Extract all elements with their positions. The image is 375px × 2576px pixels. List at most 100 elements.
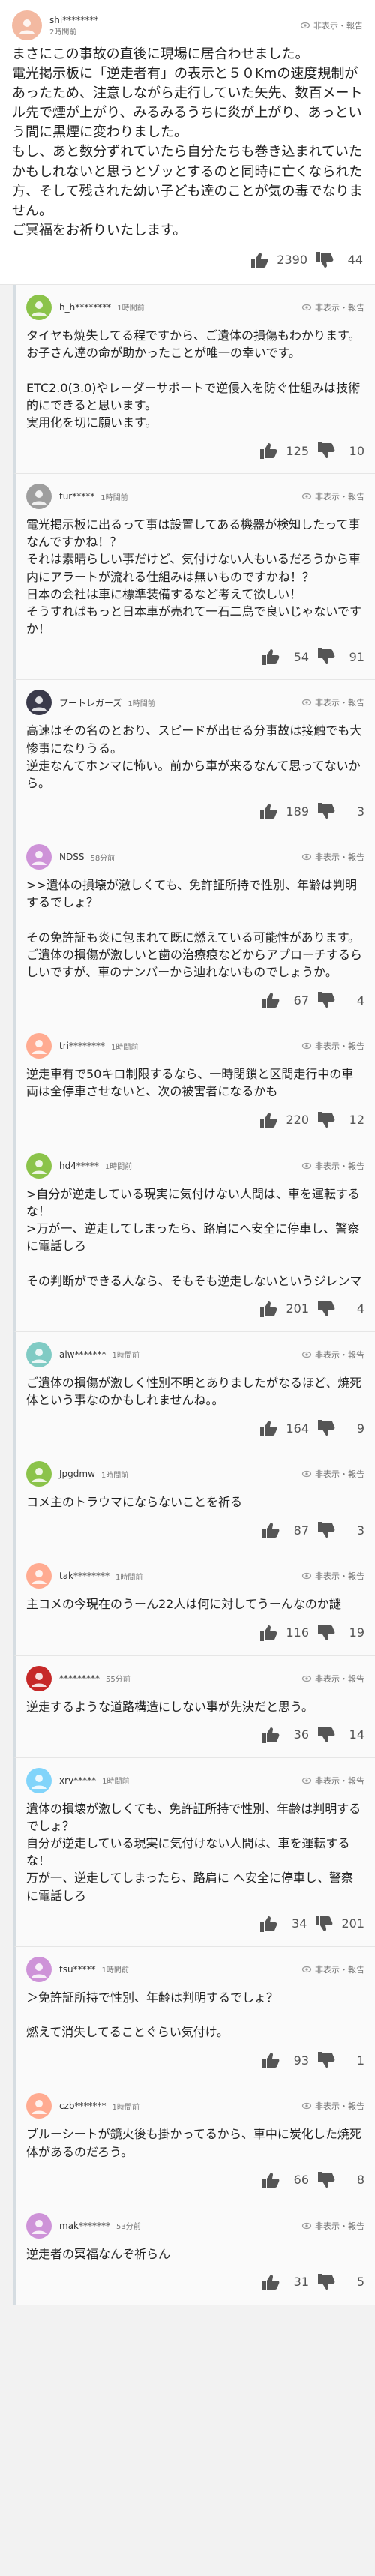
avatar[interactable] (26, 1152, 52, 1179)
avatar[interactable] (26, 484, 52, 510)
hide-report-link[interactable]: 非表示・報告 (302, 2220, 364, 2232)
dislike-button[interactable]: 201 (314, 1914, 364, 1933)
like-button[interactable]: 116 (259, 1623, 309, 1643)
dislike-button[interactable]: 44 (315, 250, 363, 270)
like-button[interactable]: 31 (261, 2272, 309, 2292)
hide-report-link[interactable]: 非表示・報告 (302, 1040, 364, 1052)
dislike-button[interactable]: 91 (316, 647, 364, 666)
like-button[interactable]: 201 (259, 1299, 309, 1319)
username[interactable]: hd4***** (59, 1161, 99, 1171)
like-button[interactable]: 189 (259, 801, 309, 821)
dislike-button[interactable]: 3 (316, 1520, 364, 1540)
avatar[interactable] (12, 10, 42, 40)
avatar[interactable] (26, 1461, 52, 1487)
hide-icon (302, 1351, 312, 1358)
avatar[interactable] (26, 1767, 52, 1793)
hide-report-link[interactable]: 非表示・報告 (302, 490, 364, 502)
dislike-button[interactable]: 10 (316, 441, 364, 460)
hide-report-link[interactable]: 非表示・報告 (302, 851, 364, 863)
avatar[interactable] (26, 1956, 52, 1982)
user-avatar-icon (32, 1570, 46, 1585)
hide-report-link[interactable]: 非表示・報告 (302, 1468, 364, 1480)
dislike-count: 14 (349, 1727, 364, 1742)
comment-meta: shi******** 2時間前 (50, 15, 292, 37)
avatar[interactable] (26, 1665, 52, 1691)
like-count: 116 (286, 1625, 309, 1640)
hide-report-link[interactable]: 非表示・報告 (300, 19, 363, 31)
like-button[interactable]: 164 (259, 1418, 309, 1438)
dislike-button[interactable]: 14 (316, 1725, 364, 1745)
avatar[interactable] (26, 690, 52, 716)
like-button[interactable]: 36 (261, 1725, 309, 1745)
dislike-button[interactable]: 4 (316, 1299, 364, 1319)
comment-header: ブートレガーズ 1時間前 非表示・報告 (26, 687, 364, 717)
thumbs-down-icon (316, 990, 338, 1010)
avatar[interactable] (26, 2212, 52, 2239)
username[interactable]: Jpgdmw (59, 1469, 95, 1479)
thumbs-up-icon (261, 2272, 282, 2292)
hide-report-link[interactable]: 非表示・報告 (302, 301, 364, 313)
username[interactable]: NDSS (59, 852, 84, 862)
hide-report-link[interactable]: 非表示・報告 (302, 1963, 364, 1975)
hide-icon (302, 1675, 312, 1682)
username[interactable]: tri******** (59, 1041, 105, 1051)
username[interactable]: shi******** (50, 15, 292, 25)
dislike-button[interactable]: 5 (316, 2272, 364, 2292)
hide-report-link[interactable]: 非表示・報告 (302, 1570, 364, 1582)
thumbs-down-icon (316, 647, 338, 666)
like-button[interactable]: 2390 (250, 250, 308, 270)
username[interactable]: ブートレガーズ (59, 696, 122, 709)
avatar[interactable] (26, 294, 52, 320)
avatar[interactable] (26, 844, 52, 870)
like-button[interactable]: 87 (261, 1520, 309, 1540)
hide-report-link[interactable]: 非表示・報告 (302, 1160, 364, 1172)
username[interactable]: tsu***** (59, 1964, 96, 1975)
dislike-count: 12 (349, 1113, 364, 1128)
hide-icon (300, 22, 310, 29)
like-button[interactable]: 66 (261, 2170, 309, 2190)
dislike-button[interactable]: 4 (316, 990, 364, 1010)
hide-report-link[interactable]: 非表示・報告 (302, 1775, 364, 1787)
hide-report-link[interactable]: 非表示・報告 (302, 696, 364, 708)
hide-icon (302, 304, 312, 311)
dislike-button[interactable]: 3 (316, 801, 364, 821)
like-count: 31 (293, 2275, 309, 2290)
username[interactable]: h_h******** (59, 302, 111, 313)
comment-text: 電光掲示板に出るって事は設置してある機器が検知したって事なんですかね！？ それは… (26, 517, 362, 637)
dislike-button[interactable]: 9 (316, 1418, 364, 1438)
avatar[interactable] (26, 1033, 52, 1059)
like-button[interactable]: 93 (261, 2050, 309, 2070)
like-button[interactable]: 34 (259, 1914, 307, 1933)
username[interactable]: alw******* (59, 1349, 106, 1360)
username[interactable]: tur***** (59, 491, 94, 502)
dislike-button[interactable]: 8 (316, 2170, 364, 2190)
like-button[interactable]: 125 (259, 441, 309, 460)
like-button[interactable]: 67 (261, 990, 309, 1010)
username[interactable]: mak******* (59, 2221, 110, 2231)
comment-header: ********* 55分前 非表示・報告 (26, 1664, 364, 1694)
hide-report-label: 非表示・報告 (315, 2221, 364, 2231)
username[interactable]: ********* (59, 1673, 100, 1684)
hide-report-link[interactable]: 非表示・報告 (302, 2100, 364, 2112)
dislike-button[interactable]: 19 (316, 1623, 364, 1643)
dislike-button[interactable]: 12 (316, 1110, 364, 1130)
timestamp: 1時間前 (100, 493, 128, 502)
like-button[interactable]: 220 (259, 1110, 309, 1130)
comment-header: Jpgdmw 1時間前 非表示・報告 (26, 1459, 364, 1489)
hide-report-label: 非表示・報告 (314, 21, 363, 31)
like-count: 36 (293, 1727, 309, 1742)
comment-text: ご遺体の損傷が激しく性別不明とありましたがなるほど、焼死体という事なのかもしれま… (26, 1375, 362, 1407)
dislike-button[interactable]: 1 (316, 2050, 364, 2070)
username[interactable]: tak******** (59, 1571, 110, 1581)
avatar[interactable] (26, 1341, 52, 1367)
hide-report-link[interactable]: 非表示・報告 (302, 1673, 364, 1685)
timestamp: 1時間前 (128, 699, 155, 708)
vote-bar: 34 201 (26, 1909, 364, 1939)
like-button[interactable]: 54 (261, 647, 309, 666)
avatar[interactable] (26, 2093, 52, 2119)
username[interactable]: xrv***** (59, 1775, 96, 1786)
avatar[interactable] (26, 1563, 52, 1589)
hide-report-link[interactable]: 非表示・報告 (302, 1349, 364, 1361)
username[interactable]: czb******* (59, 2101, 106, 2111)
comment-meta: h_h******** 1時間前 (59, 301, 294, 313)
